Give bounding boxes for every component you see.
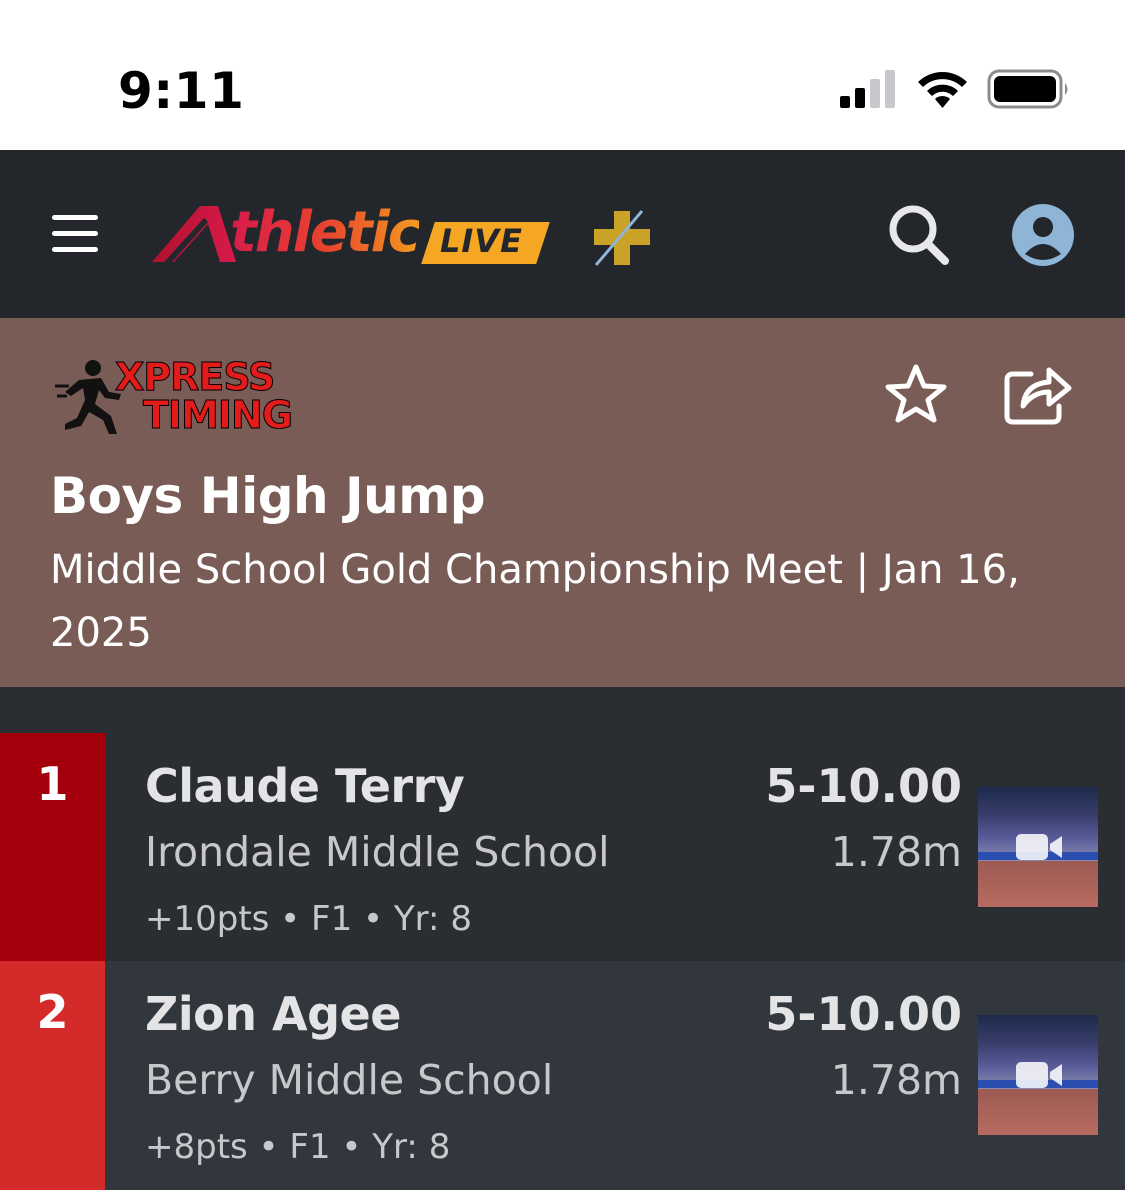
result-meta: +8pts • F1 • Yr: 8: [145, 1127, 451, 1167]
athlete-info: Claude Terry Irondale Middle School +10p…: [105, 733, 1125, 961]
favorite-star-icon[interactable]: [884, 363, 948, 425]
athlete-name[interactable]: Zion Agee: [145, 987, 401, 1041]
plus-icon[interactable]: [590, 207, 652, 269]
timer-logo-line1: XPRESS: [114, 355, 275, 399]
event-title: Boys High Jump: [50, 467, 486, 525]
athlete-name[interactable]: Claude Terry: [145, 759, 465, 813]
event-subtitle: Middle School Gold Championship Meet | J…: [50, 547, 1020, 656]
app-header: thletic LIVE: [0, 150, 1125, 318]
logo-live-text: LIVE: [440, 222, 523, 260]
school-name[interactable]: Berry Middle School: [145, 1056, 553, 1104]
video-camera-icon: [1016, 834, 1062, 860]
logo-a-mark-icon: [152, 206, 236, 262]
express-timing-logo: XPRESS TIMING: [55, 355, 294, 437]
place-number: 2: [36, 985, 69, 1039]
status-time: 9:11: [118, 62, 245, 120]
video-thumbnail[interactable]: [978, 1015, 1098, 1135]
menu-icon[interactable]: [52, 215, 98, 255]
profile-icon[interactable]: [1012, 204, 1074, 266]
place-cell: 1: [0, 733, 105, 961]
place-cell: 2: [0, 961, 105, 1190]
wifi-icon: [918, 71, 967, 108]
place-number: 1: [36, 757, 69, 811]
result-row[interactable]: 1 Claude Terry Irondale Middle School +1…: [0, 733, 1125, 961]
athleticlive-logo[interactable]: thletic LIVE: [150, 200, 550, 270]
timer-logo-line2: TIMING: [142, 393, 293, 437]
video-thumbnail[interactable]: [978, 787, 1098, 907]
mark-metric: 1.78m: [830, 1056, 962, 1104]
battery-icon: [987, 69, 1068, 109]
mark-metric: 1.78m: [830, 828, 962, 876]
share-icon[interactable]: [1003, 360, 1073, 426]
status-bar: 9:11: [0, 0, 1125, 150]
cellular-signal-icon: [840, 70, 895, 108]
logo-text: thletic: [230, 200, 421, 265]
event-banner: XPRESS TIMING Boys High Jump Middle Scho…: [0, 318, 1125, 687]
mark-imperial: 5-10.00: [765, 759, 962, 813]
video-camera-icon: [1016, 1062, 1062, 1088]
results-list: 1 Claude Terry Irondale Middle School +1…: [0, 687, 1125, 1190]
athlete-info: Zion Agee Berry Middle School +8pts • F1…: [105, 961, 1125, 1190]
result-meta: +10pts • F1 • Yr: 8: [145, 899, 472, 939]
result-row[interactable]: 2 Zion Agee Berry Middle School +8pts • …: [0, 961, 1125, 1190]
mark-imperial: 5-10.00: [765, 987, 962, 1041]
school-name[interactable]: Irondale Middle School: [145, 828, 610, 876]
search-icon[interactable]: [887, 203, 951, 267]
